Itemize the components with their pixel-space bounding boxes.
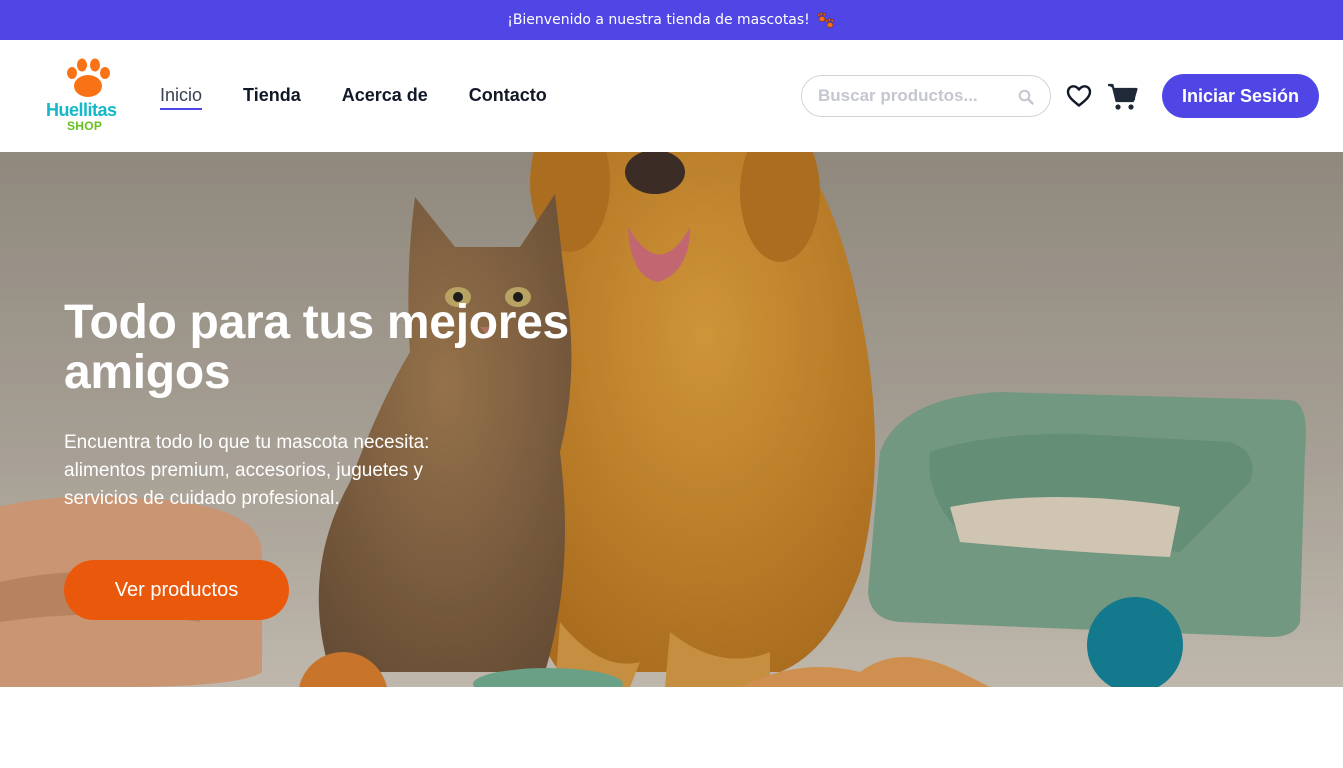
view-products-button[interactable]: Ver productos (64, 560, 289, 620)
nav-item-acerca-de[interactable]: Acerca de (342, 85, 428, 110)
site-header: Huellitas SHOP Inicio Tienda Acerca de C… (0, 40, 1343, 152)
search-box (801, 75, 1051, 117)
welcome-banner: ¡Bienvenido a nuestra tienda de mascotas… (0, 0, 1343, 40)
heart-icon[interactable] (1066, 84, 1092, 108)
paw-prints-icon (816, 11, 836, 29)
search-icon[interactable] (1018, 89, 1034, 105)
login-button[interactable]: Iniciar Sesión (1162, 74, 1319, 118)
nav-item-tienda[interactable]: Tienda (243, 85, 301, 110)
content-area (0, 687, 1343, 768)
brand-subname: SHOP (67, 119, 103, 133)
nav-item-inicio[interactable]: Inicio (160, 85, 203, 110)
nav-item-contacto[interactable]: Contacto (469, 85, 547, 110)
hero-subtitle: Encuentra todo lo que tu mascota necesit… (64, 432, 430, 509)
cart-icon[interactable] (1107, 83, 1139, 111)
main-nav: Inicio Tienda Acerca de Contacto (160, 85, 588, 110)
search-input[interactable] (818, 84, 1018, 108)
paw-logo-icon (67, 58, 110, 97)
hero-section: Todo para tus mejores amigos Encuentra t… (0, 152, 1343, 687)
brand-name: Huellitas (46, 100, 117, 120)
welcome-text: ¡Bienvenido a nuestra tienda de mascotas… (507, 12, 810, 28)
hero-title: Todo para tus mejores amigos (64, 296, 569, 399)
